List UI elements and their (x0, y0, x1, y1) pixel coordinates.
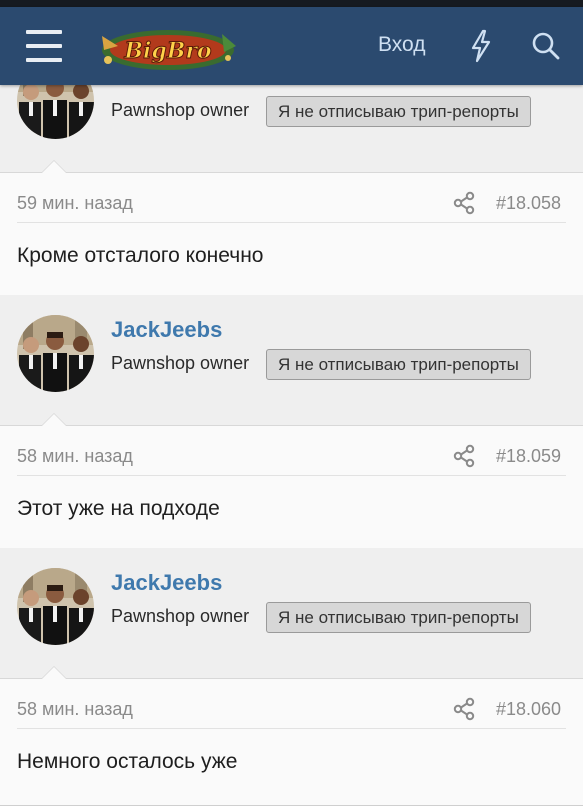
share-icon[interactable] (453, 444, 475, 468)
post-text: Немного осталось уже (17, 750, 238, 773)
user-banner-badge: Я не отписываю трип-репорты (266, 349, 531, 380)
menu-icon[interactable] (26, 29, 62, 63)
post-text: Этот уже на подходе (17, 497, 220, 520)
login-link[interactable]: Вход (378, 33, 426, 57)
speech-arrow (41, 413, 67, 426)
post-author-block: JackJeebs Pawnshop owner Я не отписываю … (0, 295, 583, 425)
svg-text:BigBro: BigBro (123, 38, 211, 64)
post-content-block: 58 мин. назад #18.059 Этот уже на подход… (0, 413, 583, 553)
post-number[interactable]: #18.059 (496, 446, 561, 467)
divider (17, 475, 566, 476)
share-icon[interactable] (453, 191, 475, 215)
app-header: BigBro Вход (0, 7, 583, 85)
post-timestamp[interactable]: 58 мин. назад (17, 446, 133, 467)
post-content-block: 58 мин. назад #18.060 Немного осталось у… (0, 666, 583, 806)
user-role: Pawnshop owner (111, 100, 250, 120)
speech-arrow (41, 666, 67, 679)
avatar[interactable] (17, 568, 94, 645)
speech-arrow (41, 160, 67, 173)
divider (17, 728, 566, 729)
share-icon[interactable] (453, 697, 475, 721)
search-icon[interactable] (530, 29, 562, 63)
bolt-icon[interactable] (468, 29, 494, 63)
post-timestamp[interactable]: 59 мин. назад (17, 193, 133, 214)
username-link[interactable]: JackJeebs (111, 317, 222, 343)
divider (17, 222, 566, 223)
site-logo[interactable]: BigBro (90, 16, 240, 78)
post-number[interactable]: #18.060 (496, 699, 561, 720)
post-number[interactable]: #18.058 (496, 193, 561, 214)
user-banner-badge: Я не отписываю трип-репорты (266, 602, 531, 633)
avatar[interactable] (17, 315, 94, 392)
status-strip (0, 0, 583, 7)
user-role: Pawnshop owner (111, 606, 250, 626)
user-banner-badge: Я не отписываю трип-репорты (266, 96, 531, 127)
username-link[interactable]: JackJeebs (111, 570, 222, 596)
post-author-block: JackJeebs Pawnshop owner Я не отписываю … (0, 548, 583, 678)
user-role: Pawnshop owner (111, 353, 250, 373)
post-text: Кроме отсталого конечно (17, 244, 264, 267)
post-content-block: 59 мин. назад #18.058 Кроме отсталого ко… (0, 160, 583, 300)
post-timestamp[interactable]: 58 мин. назад (17, 699, 133, 720)
